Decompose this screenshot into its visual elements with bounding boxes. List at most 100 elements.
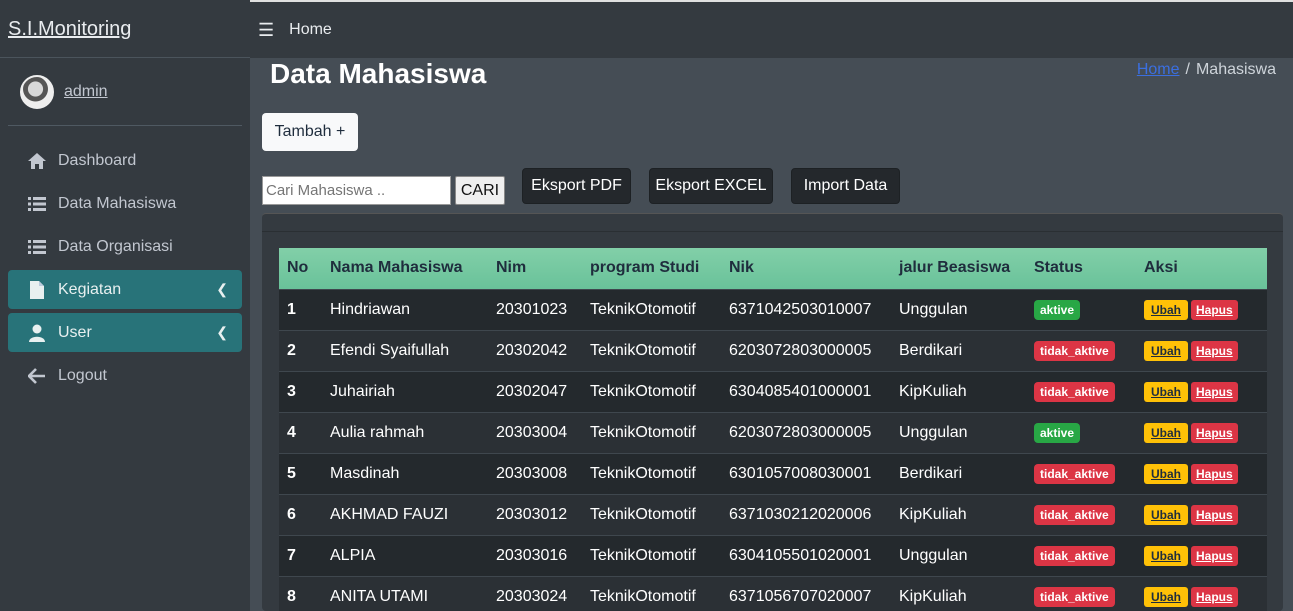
card-divider: [262, 231, 1283, 232]
edit-button[interactable]: Ubah: [1144, 299, 1188, 320]
column-header: jalur Beasiswa: [899, 259, 1011, 277]
cell-aksi: Ubah Hapus: [1136, 330, 1267, 371]
user-icon: [26, 324, 48, 342]
edit-button[interactable]: Ubah: [1144, 586, 1188, 607]
breadcrumb-separator: /: [1185, 61, 1190, 78]
edit-button[interactable]: Ubah: [1144, 463, 1188, 484]
sidebar-item-data-mahasiswa[interactable]: Data Mahasiswa: [8, 184, 242, 223]
table-row: 8 ANITA UTAMI 20303024 TeknikOtomotif 637105…: [279, 576, 1267, 611]
cell-status: tidak_aktive: [1026, 535, 1136, 576]
delete-button[interactable]: Hapus: [1191, 340, 1238, 361]
edit-button[interactable]: Ubah: [1144, 422, 1188, 443]
column-header: Nim: [496, 259, 527, 277]
sidebar-item-label: Kegiatan: [58, 280, 122, 298]
mahasiswa-table: No Nama Mahasiswa Nim program Studi Nik …: [279, 248, 1267, 611]
status-badge: aktive: [1034, 299, 1081, 320]
cell-status: tidak_aktive: [1026, 453, 1136, 494]
cell-no: 4: [287, 423, 296, 441]
cell-nama: Efendi Syaifullah: [330, 341, 450, 359]
table-row: 5 Masdinah 20303008 TeknikOtomotif 630105700…: [279, 453, 1267, 494]
cell-status: tidak_aktive: [1026, 371, 1136, 412]
table-row: 6 AKHMAD FAUZI 20303012 TeknikOtomotif 63710…: [279, 494, 1267, 535]
cell-nik: 6203072803000005: [729, 423, 872, 441]
cell-aksi: Ubah Hapus: [1136, 535, 1267, 576]
search-button[interactable]: CARI: [455, 176, 505, 205]
cell-nama: Hindriawan: [330, 300, 411, 318]
page-title: Data Mahasiswa: [270, 58, 487, 89]
brand: S.I.Monitoring: [0, 0, 250, 58]
user-name-link[interactable]: admin: [64, 83, 108, 101]
cell-nim: 20302047: [496, 382, 568, 400]
edit-button[interactable]: Ubah: [1144, 381, 1188, 402]
table-row: 2 Efendi Syaifullah 20302042 TeknikOtomotif…: [279, 330, 1267, 371]
status-badge: tidak_aktive: [1034, 340, 1115, 361]
delete-button[interactable]: Hapus: [1191, 422, 1238, 443]
cell-jalur: Berdikari: [899, 464, 963, 482]
sidebar-item-label: Data Organisasi: [58, 237, 173, 255]
edit-button[interactable]: Ubah: [1144, 545, 1188, 566]
cell-nik: 6203072803000005: [729, 341, 872, 359]
column-header: No: [287, 259, 309, 277]
search-input[interactable]: Cari Mahasiswa ..: [262, 176, 451, 205]
sidebar-item-data-organisasi[interactable]: Data Organisasi: [8, 227, 242, 266]
delete-button[interactable]: Hapus: [1191, 463, 1238, 484]
sidebar-item-label: Data Mahasiswa: [58, 194, 177, 212]
cell-aksi: Ubah Hapus: [1136, 371, 1267, 412]
sidebar-item-user[interactable]: User ❮: [8, 313, 242, 352]
breadcrumb-home-link[interactable]: Home: [1137, 61, 1180, 78]
file-icon: [26, 280, 48, 299]
sidebar-item-logout[interactable]: Logout: [8, 356, 242, 395]
cell-nama: Juhairiah: [330, 382, 395, 400]
cell-jalur: KipKuliah: [899, 382, 967, 400]
cell-nik: 6371030212020006: [729, 505, 872, 523]
column-header: Status: [1034, 259, 1083, 277]
hamburger-menu-icon[interactable]: ☰: [258, 20, 274, 41]
cell-prodi: TeknikOtomotif: [590, 300, 696, 318]
delete-button[interactable]: Hapus: [1191, 545, 1238, 566]
cell-prodi: TeknikOtomotif: [590, 546, 696, 564]
cell-aksi: Ubah Hapus: [1136, 494, 1267, 535]
status-badge: tidak_aktive: [1034, 504, 1115, 525]
cell-aksi: Ubah Hapus: [1136, 412, 1267, 453]
cell-prodi: TeknikOtomotif: [590, 382, 696, 400]
cell-aksi: Ubah Hapus: [1136, 576, 1267, 611]
delete-button[interactable]: Hapus: [1191, 586, 1238, 607]
cell-status: tidak_aktive: [1026, 494, 1136, 535]
delete-button[interactable]: Hapus: [1191, 299, 1238, 320]
edit-button[interactable]: Ubah: [1144, 340, 1188, 361]
cell-nim: 20303024: [496, 587, 568, 605]
brand-link[interactable]: S.I.Monitoring: [8, 18, 131, 40]
topbar-home-link[interactable]: Home: [289, 21, 332, 39]
sidebar-item-kegiatan[interactable]: Kegiatan ❮: [8, 270, 242, 309]
breadcrumb-current: Mahasiswa: [1195, 61, 1276, 78]
cell-no: 1: [287, 300, 296, 318]
cell-jalur: Unggulan: [899, 423, 968, 441]
breadcrumb: Home / Mahasiswa: [1137, 61, 1276, 79]
chevron-left-icon: ❮: [216, 281, 228, 297]
cell-nik: 6304105501020001: [729, 546, 872, 564]
delete-button[interactable]: Hapus: [1191, 381, 1238, 402]
cell-nama: Aulia rahmah: [330, 423, 425, 441]
column-header: Aksi: [1144, 259, 1178, 277]
import-data-button[interactable]: Import Data: [791, 168, 900, 204]
sidebar-item-label: Logout: [58, 366, 107, 384]
table-row: 1 Hindriawan 20301023 TeknikOtomotif 6371042…: [279, 289, 1267, 330]
edit-button[interactable]: Ubah: [1144, 504, 1188, 525]
table-body: 1 Hindriawan 20301023 TeknikOtomotif 6371042…: [279, 289, 1267, 611]
cell-nama: ALPIA: [330, 546, 376, 564]
cell-nama: Masdinah: [330, 464, 400, 482]
cell-aksi: Ubah Hapus: [1136, 453, 1267, 494]
table-row: 4 Aulia rahmah 20303004 TeknikOtomotif 62030…: [279, 412, 1267, 453]
status-badge: tidak_aktive: [1034, 463, 1115, 484]
add-button[interactable]: Tambah +: [262, 113, 358, 151]
table-row: 3 Juhairiah 20302047 TeknikOtomotif 63040854…: [279, 371, 1267, 412]
cell-no: 7: [287, 546, 296, 564]
sidebar-item-dashboard[interactable]: Dashboard: [8, 141, 242, 180]
cell-jalur: KipKuliah: [899, 505, 967, 523]
column-header: Nik: [729, 259, 754, 277]
cell-prodi: TeknikOtomotif: [590, 341, 696, 359]
cell-aksi: Ubah Hapus: [1136, 289, 1267, 330]
export-excel-button[interactable]: Eksport EXCEL: [649, 168, 773, 204]
delete-button[interactable]: Hapus: [1191, 504, 1238, 525]
export-pdf-button[interactable]: Eksport PDF: [522, 168, 631, 204]
